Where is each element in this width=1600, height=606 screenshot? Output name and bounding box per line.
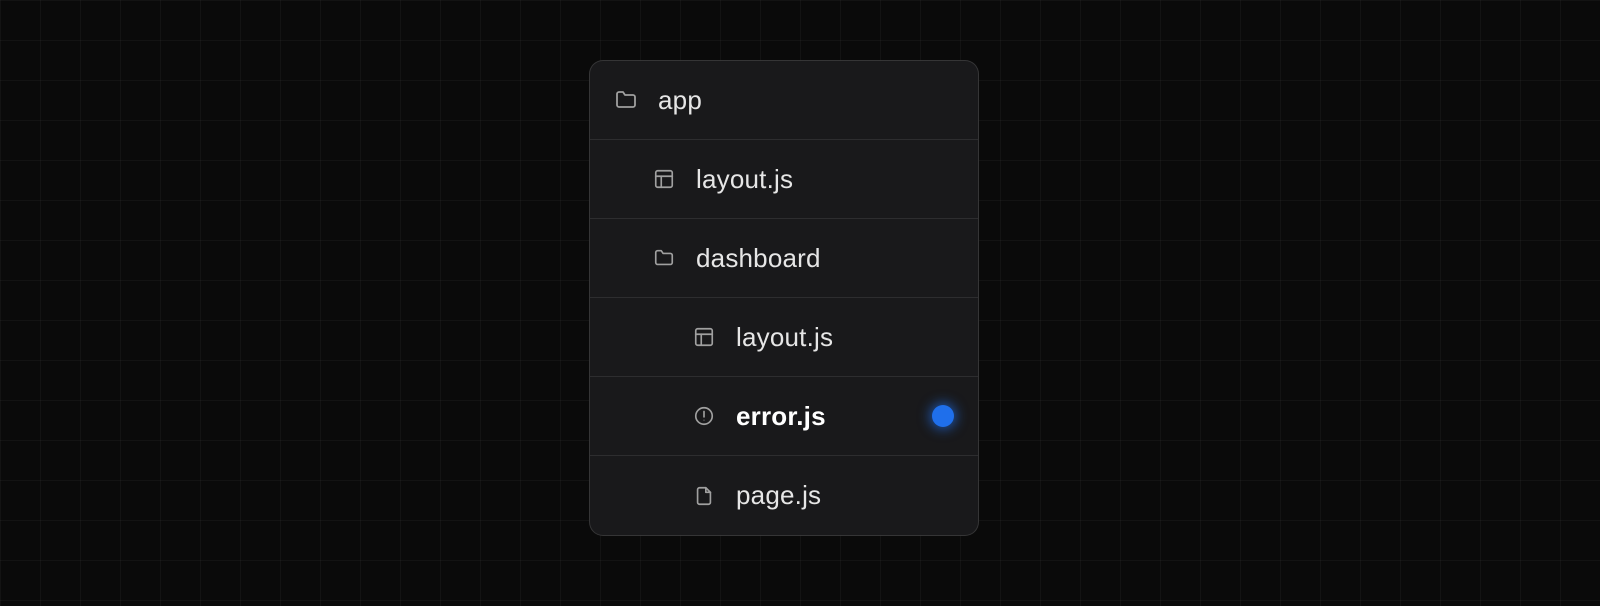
error-icon: [692, 404, 716, 428]
folder-icon: [652, 246, 676, 270]
folder-icon: [614, 88, 638, 112]
tree-row-label: page.js: [736, 480, 821, 511]
page-icon: [692, 484, 716, 508]
layout-icon: [692, 325, 716, 349]
tree-row-page[interactable]: page.js: [590, 456, 978, 535]
tree-row-label: app: [658, 85, 702, 116]
tree-row-label: layout.js: [696, 164, 793, 195]
tree-row-layout-nested[interactable]: layout.js: [590, 298, 978, 377]
file-tree-panel: app layout.js dashboard layout.j: [589, 60, 979, 536]
tree-row-label: dashboard: [696, 243, 821, 274]
tree-row-app[interactable]: app: [590, 61, 978, 140]
tree-row-label: layout.js: [736, 322, 833, 353]
active-indicator-dot: [932, 405, 954, 427]
tree-row-layout[interactable]: layout.js: [590, 140, 978, 219]
tree-row-dashboard[interactable]: dashboard: [590, 219, 978, 298]
tree-row-error[interactable]: error.js: [590, 377, 978, 456]
layout-icon: [652, 167, 676, 191]
tree-row-label: error.js: [736, 401, 826, 432]
